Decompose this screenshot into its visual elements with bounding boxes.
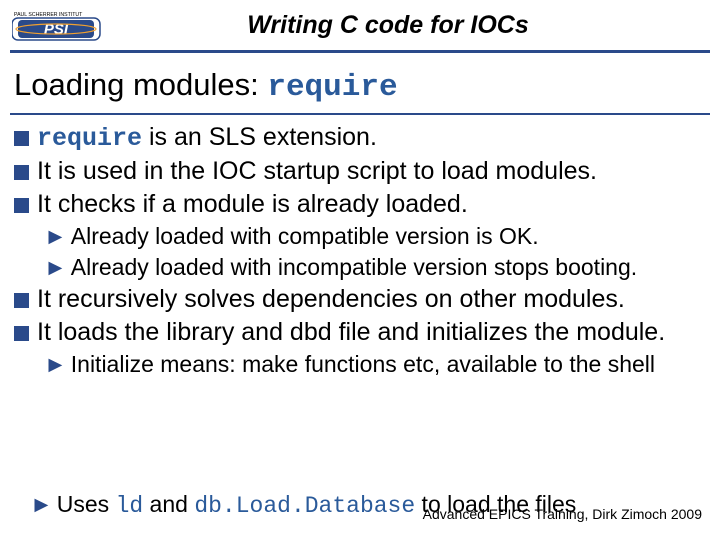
footer-left: Advanced EPICS Training, <box>423 506 589 522</box>
bullet-4: It recursively solves dependencies on ot… <box>14 283 706 316</box>
bullet-2-text: It is used in the IOC startup script to … <box>37 157 597 185</box>
slide-body: require is an SLS extension. It is used … <box>0 121 720 380</box>
triangle-bullet-icon: ► <box>30 491 53 517</box>
square-bullet-icon <box>14 165 29 180</box>
bullet-5a-text: Initialize means: make functions etc, av… <box>71 351 655 377</box>
bullet-4-text: It recursively solves dependencies on ot… <box>37 285 625 313</box>
bullet-5-text: It loads the library and dbd file and in… <box>37 318 665 346</box>
psi-logo: PAUL SCHERRER INSTITUT PSI <box>12 8 108 42</box>
bullet-3a-text: Already loaded with compatible version i… <box>71 223 539 249</box>
slide-header: PAUL SCHERRER INSTITUT PSI Writing C cod… <box>0 0 720 48</box>
square-bullet-icon <box>14 131 29 146</box>
bullet-3b-text: Already loaded with incompatible version… <box>71 254 637 280</box>
bullet-2: It is used in the IOC startup script to … <box>14 155 706 188</box>
bullet-3-text: It checks if a module is already loaded. <box>37 190 468 218</box>
triangle-bullet-icon: ► <box>44 223 67 249</box>
subtitle-prefix: Loading modules: <box>14 67 267 102</box>
square-bullet-icon <box>14 198 29 213</box>
footer-right: Dirk Zimoch 2009 <box>592 506 702 522</box>
subtitle-keyword: require <box>267 70 397 105</box>
slide-footer: Advanced EPICS Training, Dirk Zimoch 200… <box>423 506 702 522</box>
square-bullet-icon <box>14 293 29 308</box>
bullet-5: It loads the library and dbd file and in… <box>14 316 706 349</box>
bullet-5b-code2: db.Load.Database <box>194 493 415 519</box>
bullet-1-code: require <box>37 124 142 153</box>
institute-text: PAUL SCHERRER INSTITUT <box>14 12 83 18</box>
bullet-5b-pre: Uses <box>57 491 116 517</box>
bullet-1: require is an SLS extension. <box>14 121 706 155</box>
bullet-5b-mid: and <box>143 491 194 517</box>
bullet-5b-code1: ld <box>116 493 144 519</box>
subtitle-rule <box>10 113 710 115</box>
triangle-bullet-icon: ► <box>44 254 67 280</box>
slide-subtitle: Loading modules: require <box>0 63 720 113</box>
square-bullet-icon <box>14 326 29 341</box>
bullet-3b: ►Already loaded with incompatible versio… <box>14 252 706 283</box>
slide-title: Writing C code for IOCs <box>108 11 708 40</box>
bullet-3: It checks if a module is already loaded. <box>14 188 706 221</box>
header-rule <box>10 50 710 53</box>
bullet-1-text: is an SLS extension. <box>142 123 377 151</box>
bullet-5a: ►Initialize means: make functions etc, a… <box>14 349 706 380</box>
triangle-bullet-icon: ► <box>44 351 67 377</box>
bullet-3a: ►Already loaded with compatible version … <box>14 221 706 252</box>
